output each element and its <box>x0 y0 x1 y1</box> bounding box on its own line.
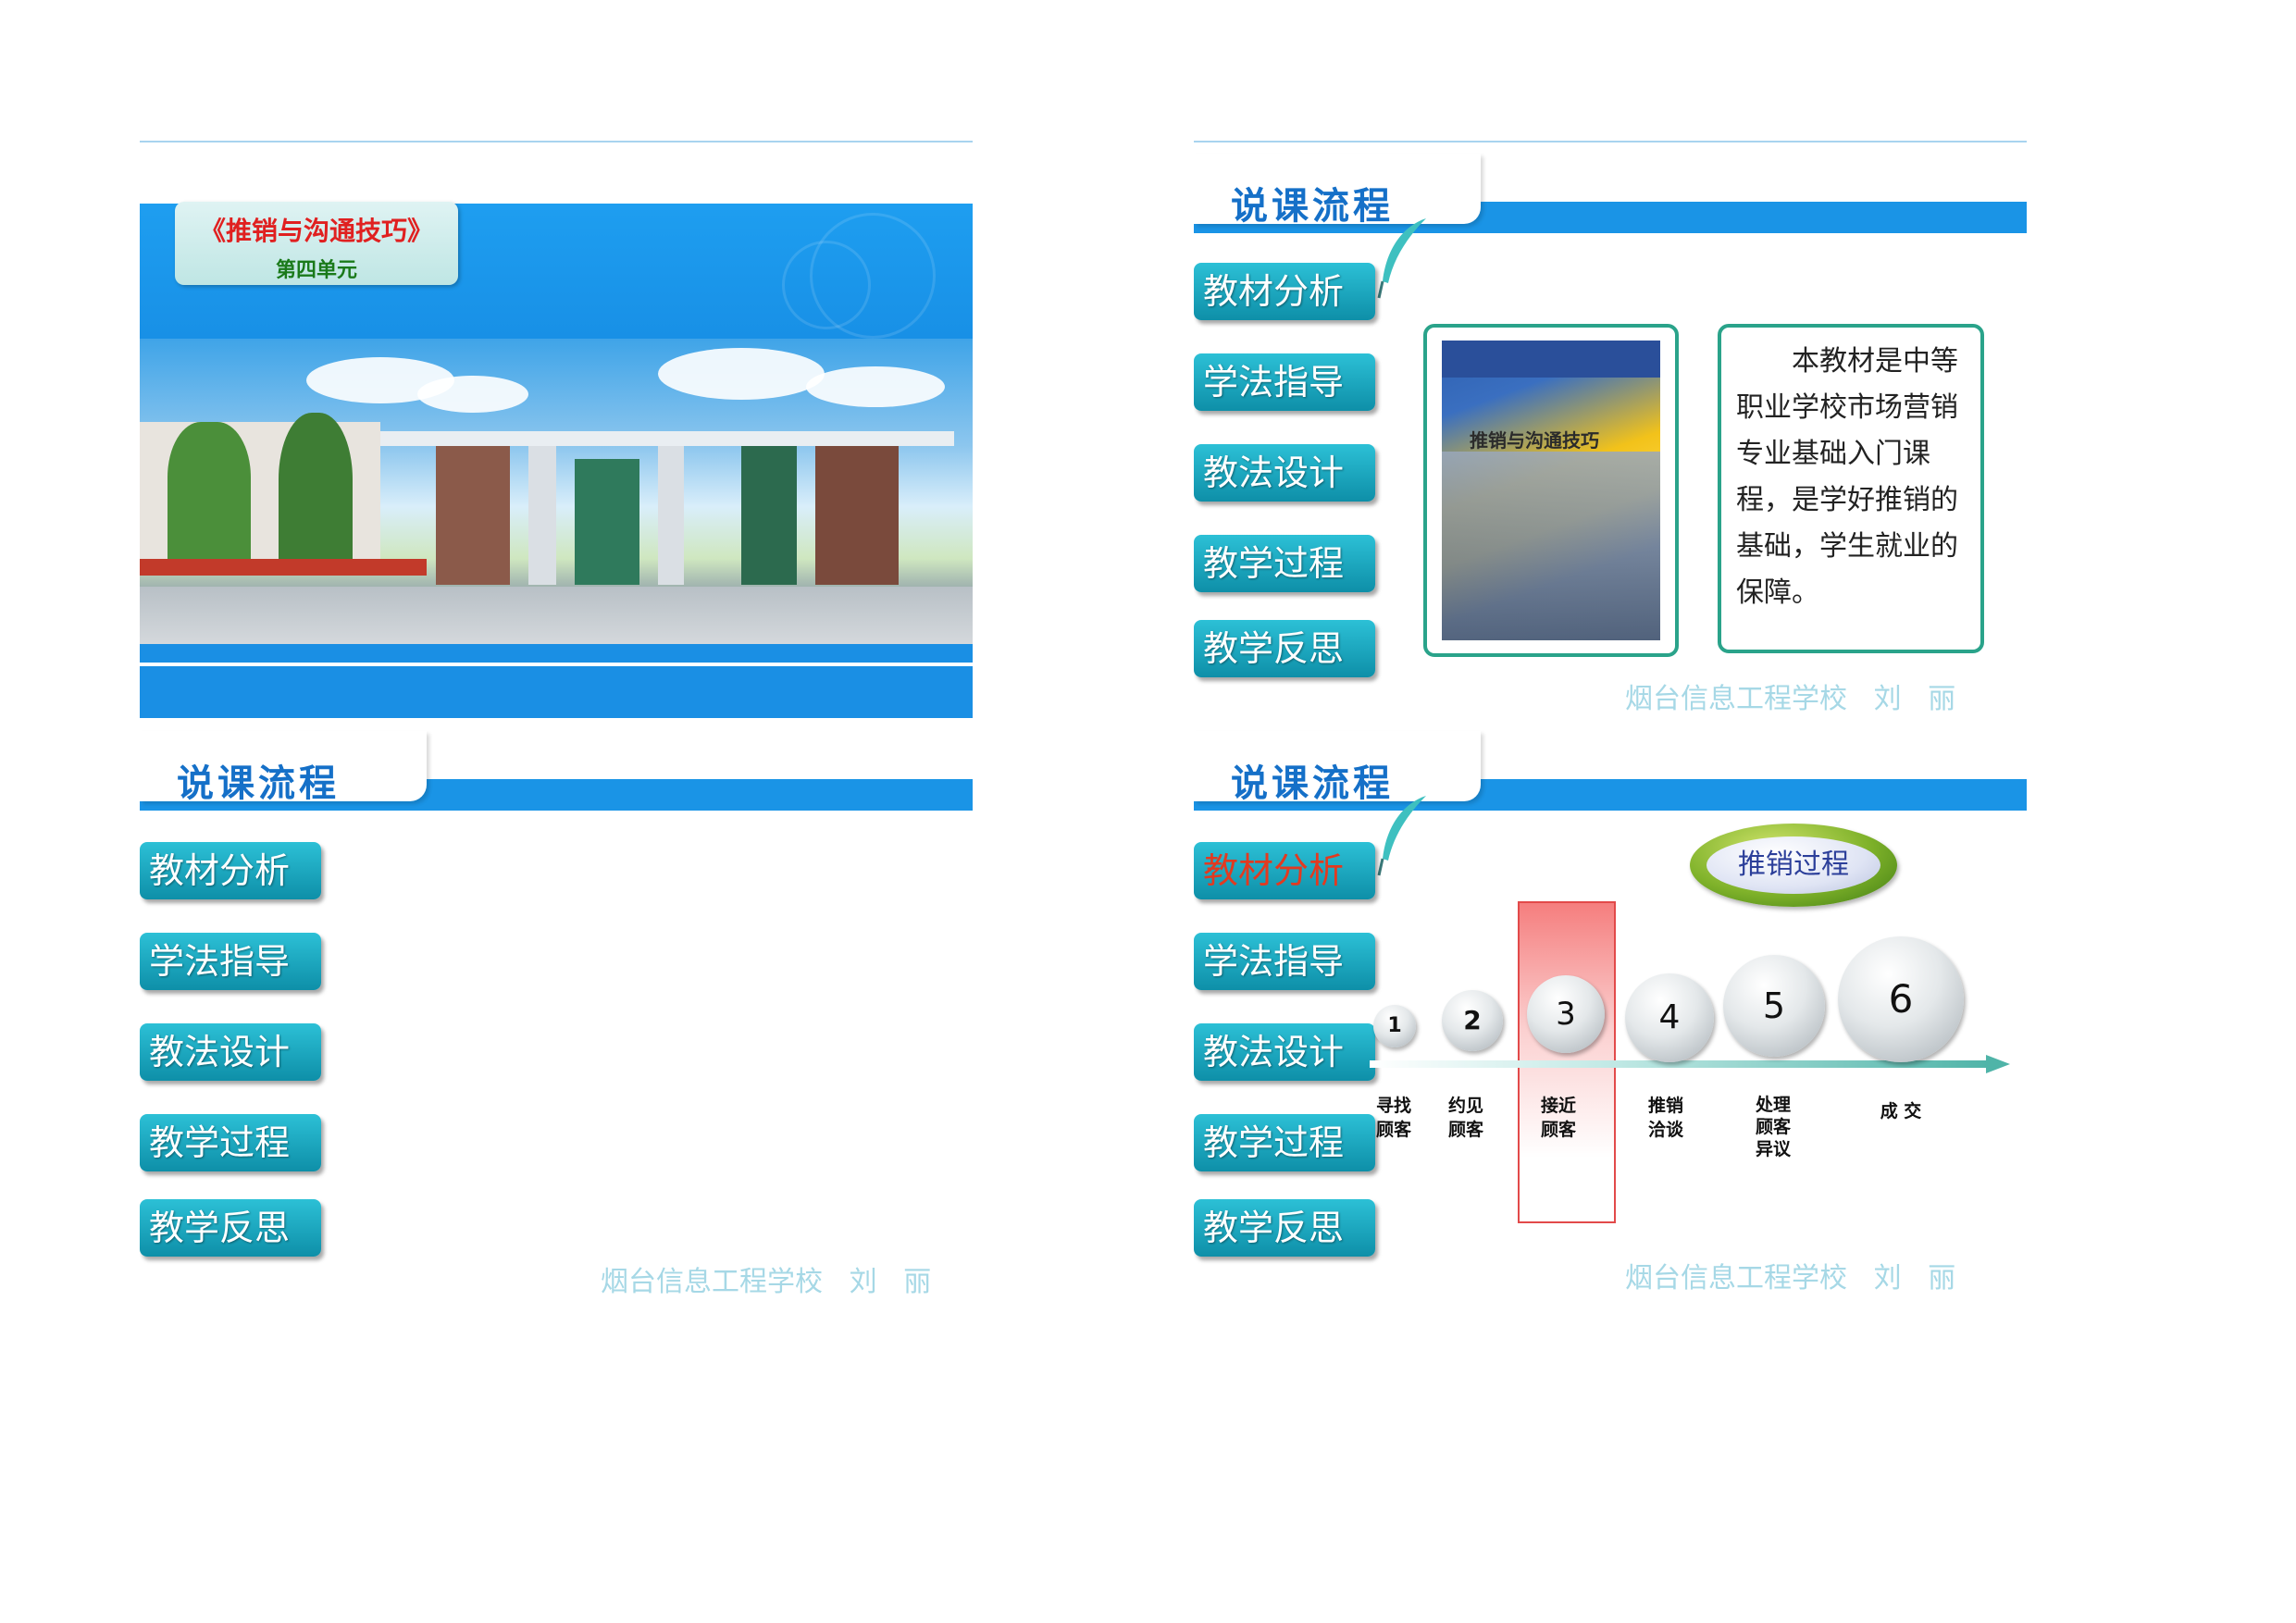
school-gate-photo <box>140 339 973 644</box>
textbook-cover: 推销与沟通技巧 <box>1442 341 1660 640</box>
header-tab: 说课流程 <box>140 731 427 805</box>
nav-button-textbook-analysis[interactable]: 教材分析 <box>1194 842 1375 899</box>
bottom-band <box>140 644 973 718</box>
nav-button-teaching-reflection[interactable]: 教学反思 <box>1194 1199 1375 1257</box>
nav-button-study-guidance[interactable]: 学法指导 <box>1194 933 1375 990</box>
nav-button-teaching-method[interactable]: 教法设计 <box>140 1023 321 1081</box>
arrow-head-icon <box>1986 1055 2010 1073</box>
nav-button-teaching-method[interactable]: 教法设计 <box>1194 444 1375 502</box>
top-rule <box>1194 141 2027 142</box>
feather-pen-icon <box>1377 218 1426 299</box>
nav-button-textbook-analysis[interactable]: 教材分析 <box>140 842 321 899</box>
nav-button-study-guidance[interactable]: 学法指导 <box>140 933 321 990</box>
step-ball-3[interactable]: 3 <box>1527 975 1605 1053</box>
step-label-5: 处理 顾客 异议 <box>1755 1095 1791 1159</box>
nav-button-teaching-method[interactable]: 教法设计 <box>1194 1023 1375 1081</box>
step-ball-6[interactable]: 6 <box>1838 936 1964 1062</box>
title-box: 《推销与沟通技巧》 第四单元 <box>175 202 458 285</box>
step-label-3: 接近 顾客 <box>1540 1096 1576 1140</box>
swirl-decoration <box>782 241 871 329</box>
step-label-4: 推销 洽谈 <box>1647 1096 1683 1140</box>
top-rule <box>140 141 973 142</box>
bottom-stripe <box>140 663 973 666</box>
header-title: 说课流程 <box>177 762 340 805</box>
nav-button-teaching-process[interactable]: 教学过程 <box>1194 1114 1375 1171</box>
unit-subtitle: 第四单元 <box>275 258 357 282</box>
header-title: 说课流程 <box>1231 762 1394 805</box>
slide-sales-process: 说课流程 教材分析 学法指导 教法设计 教学过程 教学反思 推销过程 1 2 3… <box>1194 718 2027 1295</box>
nav-button-study-guidance[interactable]: 学法指导 <box>1194 353 1375 411</box>
course-title: 《推销与沟通技巧》 <box>199 216 433 246</box>
process-title-badge: 推销过程 <box>1690 824 1897 907</box>
slide-textbook-analysis: 说课流程 教材分析 学法指导 教法设计 教学过程 教学反思 推销与沟通技巧 本教… <box>1194 141 2027 718</box>
header-title: 说课流程 <box>1231 184 1394 228</box>
nav-button-teaching-process[interactable]: 教学过程 <box>1194 535 1375 592</box>
step-label-2: 约见 顾客 <box>1447 1096 1483 1140</box>
footer-credit: 烟台信息工程学校 刘 丽 <box>1625 1262 1956 1295</box>
footer-credit: 烟台信息工程学校 刘 丽 <box>1625 683 1956 715</box>
process-title: 推销过程 <box>1706 836 1880 894</box>
textbook-description: 本教材是中等职业学校市场营销专业基础入门课程，是学好推销的基础，学生就业的保障。 <box>1736 345 1958 609</box>
nav-button-teaching-process[interactable]: 教学过程 <box>140 1114 321 1171</box>
slide-lesson-flow: 说课流程 教材分析 学法指导 教法设计 教学过程 教学反思 烟台信息工程学校 刘… <box>140 718 973 1295</box>
nav-button-teaching-reflection[interactable]: 教学反思 <box>1194 620 1375 677</box>
header-tab: 说课流程 <box>1194 154 1481 228</box>
step-ball-2[interactable]: 2 <box>1442 990 1503 1051</box>
step-ball-5[interactable]: 5 <box>1723 955 1825 1057</box>
nav-button-teaching-reflection[interactable]: 教学反思 <box>140 1199 321 1257</box>
description-box: 本教材是中等职业学校市场营销专业基础入门课程，是学好推销的基础，学生就业的保障。 <box>1718 324 1984 653</box>
nav-button-textbook-analysis[interactable]: 教材分析 <box>1194 263 1375 320</box>
slide-title: 《推销与沟通技巧》 第四单元 <box>140 141 973 718</box>
book-frame: 推销与沟通技巧 <box>1423 324 1679 657</box>
header-tab: 说课流程 <box>1194 731 1481 805</box>
step-ball-4[interactable]: 4 <box>1625 973 1714 1062</box>
book-cover-title: 推销与沟通技巧 <box>1470 429 1599 452</box>
step-ball-1[interactable]: 1 <box>1373 1005 1416 1047</box>
footer-credit: 烟台信息工程学校 刘 丽 <box>601 1266 932 1295</box>
step-label-6: 成 交 <box>1880 1101 1922 1121</box>
step-label-1: 寻找 顾客 <box>1375 1096 1411 1140</box>
feather-pen-icon <box>1377 796 1426 876</box>
